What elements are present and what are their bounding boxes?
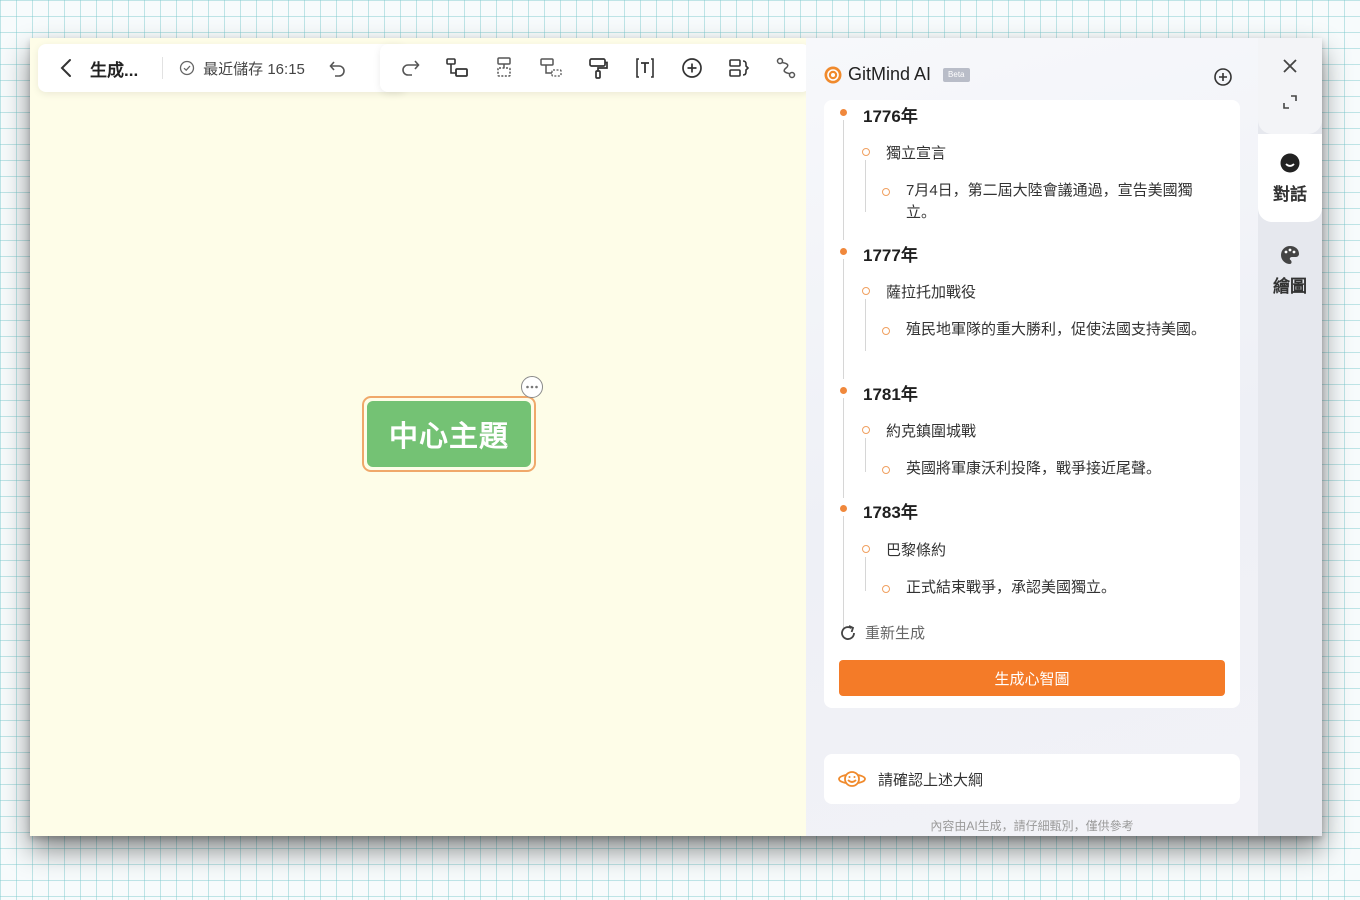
outline-year: 1777年 <box>863 246 918 265</box>
rail-top-controls <box>1258 38 1322 134</box>
format-painter-button[interactable] <box>574 48 621 88</box>
event-bullet <box>862 426 870 434</box>
generate-mindmap-button[interactable]: 生成心智圖 <box>839 660 1225 696</box>
outline-connector <box>865 557 866 591</box>
side-rail: 對話 繪圖 <box>1258 38 1322 836</box>
relation-icon <box>777 57 796 79</box>
save-status-text: 最近儲存 16:15 <box>203 60 305 78</box>
event-bullet <box>862 287 870 295</box>
year-bullet <box>840 109 847 116</box>
outline-connector <box>865 160 866 212</box>
outline-detail: 7月4日，第二屆大陸會議通過，宣告美國獨立。 <box>906 182 1193 221</box>
node-comment-button[interactable] <box>521 376 543 398</box>
outline-connector <box>843 120 844 240</box>
parent-node-icon <box>540 58 562 77</box>
close-icon <box>1283 59 1297 73</box>
undo-button[interactable] <box>325 53 349 83</box>
redo-button[interactable] <box>386 48 433 88</box>
detail-bullet <box>882 466 890 474</box>
refresh-icon <box>841 624 855 640</box>
outline-event: 獨立宣言 <box>886 145 947 162</box>
tab-draw-label: 繪圖 <box>1273 277 1307 296</box>
back-icon <box>60 59 71 77</box>
add-child-node-button[interactable] <box>433 48 480 88</box>
back-button[interactable] <box>56 53 76 83</box>
outline-connector <box>843 259 844 379</box>
sibling-node-icon <box>497 57 511 77</box>
detail-bullet <box>882 585 890 593</box>
regenerate-label: 重新生成 <box>865 625 926 642</box>
undo-icon <box>329 61 345 77</box>
central-topic-label: 中心主題 <box>367 401 531 467</box>
outline-connector <box>865 438 866 472</box>
child-node-icon <box>445 58 468 77</box>
check-circle-icon <box>180 60 195 76</box>
outline-connector <box>843 398 844 498</box>
add-circle-icon <box>1214 68 1232 86</box>
expand-button[interactable] <box>1278 90 1302 114</box>
regenerate-button[interactable]: 重新生成 <box>838 622 925 643</box>
ai-avatar-icon <box>838 771 866 787</box>
outline-year: 1781年 <box>863 385 918 404</box>
summary-button[interactable] <box>716 48 763 88</box>
outline-event: 約克鎮圍城戰 <box>886 423 977 440</box>
redo-icon <box>401 60 420 76</box>
close-button[interactable] <box>1278 54 1302 78</box>
ai-panel-header: GitMind AI Beta <box>824 64 970 85</box>
more-icon <box>526 385 538 389</box>
text-icon <box>636 58 654 78</box>
year-bullet <box>840 505 847 512</box>
text-button[interactable] <box>622 48 669 88</box>
outline-event: 薩拉托加戰役 <box>886 284 977 301</box>
detail-bullet <box>882 188 890 196</box>
format-painter-icon <box>589 58 608 79</box>
save-status: 最近儲存 16:15 <box>179 58 305 79</box>
outline-detail: 英國將軍康沃利投降，戰爭接近尾聲。 <box>906 460 1162 477</box>
add-icon <box>682 58 703 78</box>
summary-icon <box>729 59 750 77</box>
top-bar: 生成... 最近儲存 16:15 <box>38 44 406 92</box>
ai-panel-title: GitMind AI <box>848 64 932 84</box>
outline-detail: 殖民地軍隊的重大勝利，促使法國支持美國。 <box>906 321 1207 338</box>
tab-draw[interactable]: 繪圖 <box>1258 238 1322 328</box>
outline-year: 1776年 <box>863 107 918 126</box>
add-parent-node-button[interactable] <box>527 48 574 88</box>
central-topic-node[interactable]: 中心主題 <box>362 396 536 472</box>
add-sibling-node-button[interactable] <box>480 48 527 88</box>
beta-badge: Beta <box>943 67 970 82</box>
document-title[interactable]: 生成... <box>90 56 138 81</box>
tab-chat[interactable]: 對話 <box>1258 134 1322 222</box>
outline-detail: 正式結束戰爭，承認美國獨立。 <box>906 579 1117 596</box>
year-bullet <box>840 387 847 394</box>
confirm-message: 請確認上述大綱 <box>824 754 1240 804</box>
node-toolbar <box>380 44 810 92</box>
ai-panel: GitMind AI Beta 1776年 獨立宣言 7月4日，第二屆大陸會議通… <box>806 38 1258 836</box>
chat-icon <box>1280 153 1300 173</box>
ai-disclaimer: 內容由AI生成，請仔細甄別，僅供參考 <box>930 819 1134 833</box>
outline-event: 巴黎條約 <box>886 542 947 559</box>
outline-year: 1783年 <box>863 503 918 522</box>
insert-button[interactable] <box>669 48 716 88</box>
new-chat-button[interactable] <box>1212 66 1234 88</box>
year-bullet <box>840 248 847 255</box>
toolbar-divider <box>162 57 164 79</box>
palette-icon <box>1281 246 1299 264</box>
detail-bullet <box>882 327 890 335</box>
event-bullet <box>862 545 870 553</box>
expand-icon <box>1283 95 1297 109</box>
tab-chat-label: 對話 <box>1273 185 1307 204</box>
confirm-text: 請確認上述大綱 <box>878 771 984 789</box>
outline-connector <box>865 299 866 351</box>
event-bullet <box>862 148 870 156</box>
gitmind-logo-icon <box>824 66 842 83</box>
ai-result-card: 1776年 獨立宣言 7月4日，第二屆大陸會議通過，宣告美國獨立。 1777年 … <box>824 100 1240 708</box>
app-window: 生成... 最近儲存 16:15 中心主題 GitMind AI Beta 17… <box>30 38 1322 836</box>
relation-button[interactable] <box>763 48 810 88</box>
outline-connector <box>843 516 844 628</box>
